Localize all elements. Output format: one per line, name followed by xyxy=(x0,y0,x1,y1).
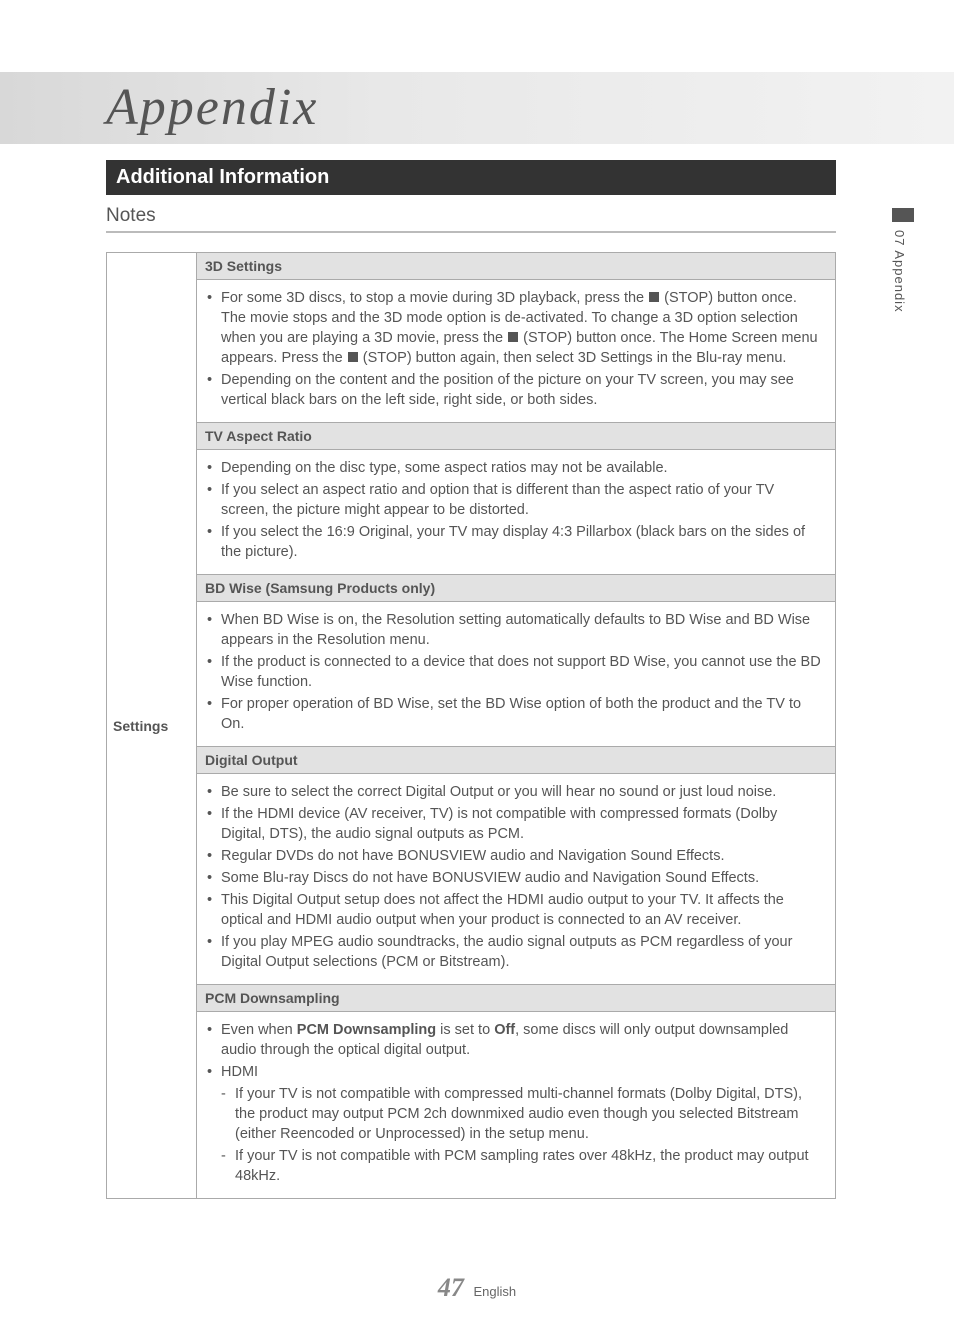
body-pcm-downsampling: Even when PCM Downsampling is set to Off… xyxy=(197,1012,836,1199)
list-item: If you play MPEG audio soundtracks, the … xyxy=(207,932,825,972)
notes-heading: Notes xyxy=(106,205,836,233)
section-bar-label: Additional Information xyxy=(116,166,329,188)
list-item: If you select an aspect ratio and option… xyxy=(207,480,825,520)
list-item: For some 3D discs, to stop a movie durin… xyxy=(207,288,825,368)
subhead-digital-output: Digital Output xyxy=(197,747,836,774)
list-item: If the product is connected to a device … xyxy=(207,652,825,692)
list-item: For proper operation of BD Wise, set the… xyxy=(207,694,825,734)
list-item: If your TV is not compatible with compre… xyxy=(221,1084,825,1144)
list-item: If you select the 16:9 Original, your TV… xyxy=(207,522,825,562)
page-footer: 47 English xyxy=(0,1273,954,1303)
side-tab: 07 Appendix xyxy=(892,208,914,318)
settings-table: Settings 3D Settings For some 3D discs, … xyxy=(106,252,836,1199)
stop-icon xyxy=(649,292,659,302)
stop-icon xyxy=(508,332,518,342)
body-bd-wise: When BD Wise is on, the Resolution setti… xyxy=(197,602,836,747)
subhead-tv-aspect: TV Aspect Ratio xyxy=(197,423,836,450)
list-item: If the HDMI device (AV receiver, TV) is … xyxy=(207,804,825,844)
side-tab-label: 07 Appendix xyxy=(892,226,907,313)
body-digital-output: Be sure to select the correct Digital Ou… xyxy=(197,774,836,985)
list-item: Some Blu-ray Discs do not have BONUSVIEW… xyxy=(207,868,825,888)
list-item: When BD Wise is on, the Resolution setti… xyxy=(207,610,825,650)
list-item: This Digital Output setup does not affec… xyxy=(207,890,825,930)
body-3d-settings: For some 3D discs, to stop a movie durin… xyxy=(197,280,836,423)
list-item: Depending on the disc type, some aspect … xyxy=(207,458,825,478)
subhead-bd-wise: BD Wise (Samsung Products only) xyxy=(197,575,836,602)
body-tv-aspect: Depending on the disc type, some aspect … xyxy=(197,450,836,575)
stop-icon xyxy=(348,352,358,362)
page-number: 47 xyxy=(438,1273,464,1302)
list-item: HDMI xyxy=(207,1062,825,1082)
list-item: Even when PCM Downsampling is set to Off… xyxy=(207,1020,825,1060)
side-tab-mark xyxy=(892,208,914,222)
list-item: Be sure to select the correct Digital Ou… xyxy=(207,782,825,802)
list-item: Depending on the content and the positio… xyxy=(207,370,825,410)
subhead-pcm-downsampling: PCM Downsampling xyxy=(197,985,836,1012)
page-language: English xyxy=(473,1284,516,1299)
subhead-3d-settings: 3D Settings xyxy=(197,253,836,280)
page-title: Appendix xyxy=(106,78,318,137)
settings-row-label: Settings xyxy=(107,253,197,1199)
list-item: If your TV is not compatible with PCM sa… xyxy=(221,1146,825,1186)
section-bar: Additional Information xyxy=(106,160,836,195)
list-item: Regular DVDs do not have BONUSVIEW audio… xyxy=(207,846,825,866)
